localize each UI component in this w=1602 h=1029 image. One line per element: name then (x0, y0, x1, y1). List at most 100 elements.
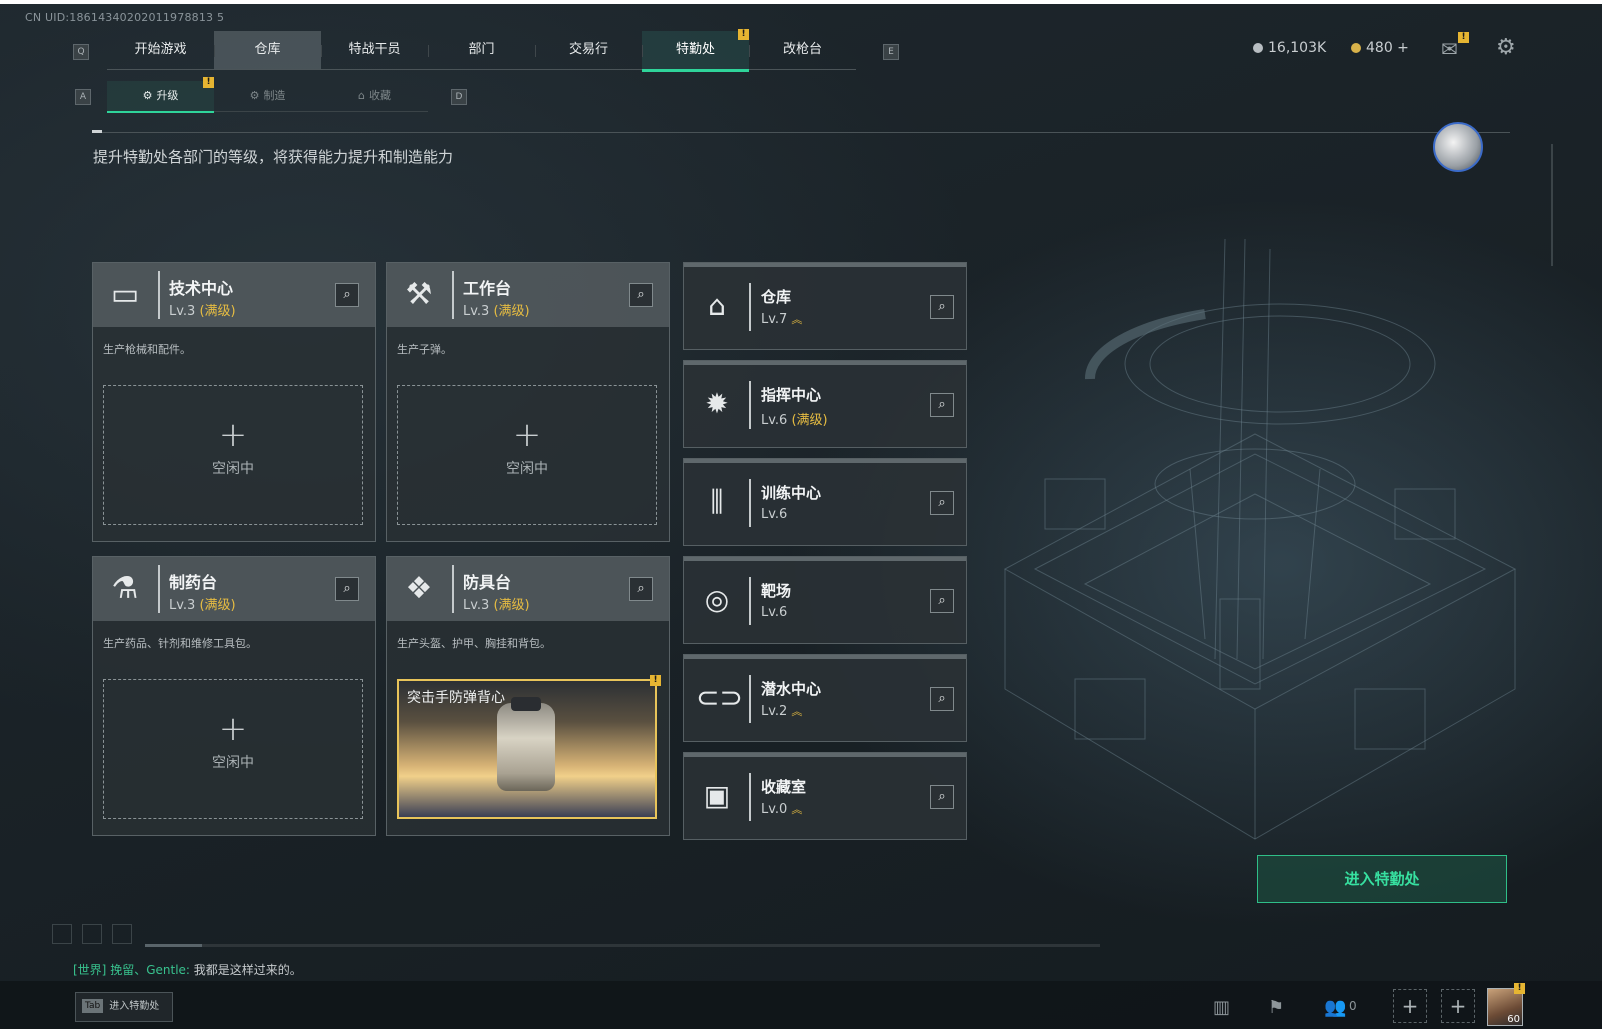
tab-key: Tab (82, 999, 104, 1013)
subtab-craft[interactable]: ⚙ 制造 (214, 81, 321, 111)
search-icon[interactable]: ⌕ (930, 491, 954, 515)
mail-icon[interactable]: ✉ (1441, 37, 1458, 61)
friends-icon[interactable]: 👥 (1324, 997, 1346, 1018)
dept-divider (749, 577, 751, 625)
dept-level-value: Lv.7 (761, 312, 788, 327)
base-wireframe-illustration (1003, 239, 1517, 840)
search-icon[interactable]: ⌕ (629, 577, 653, 601)
plus-icon: + (512, 415, 542, 455)
search-icon[interactable]: ⌕ (930, 589, 954, 613)
deco-square (82, 924, 102, 944)
deco-square (52, 924, 72, 944)
plus-icon: + (218, 415, 248, 455)
tab-warehouse[interactable]: 仓库 (214, 31, 321, 69)
card-tech-center[interactable]: ▭ 技术中心 Lv.3 (满级) ⌕ 生产枪械和配件。 + 空闲中 (92, 262, 376, 542)
card-level-max: (满级) (199, 598, 236, 613)
production-slot[interactable]: + 空闲中 (397, 385, 657, 525)
dept-level: Lv.2 ︽ (761, 703, 802, 719)
chat-user: 挽留、Gentle: (110, 963, 190, 977)
dept-divider (749, 675, 751, 723)
card-level-value: Lv.3 (169, 304, 196, 319)
plus-icon: + (218, 709, 248, 749)
main-nav: 开始游戏 仓库 特战干员 部门 交易行 特勤处! 改枪台 (107, 29, 856, 72)
card-level-max: (满级) (493, 304, 530, 319)
subtab-upgrade[interactable]: ⚙ 升级! (107, 77, 214, 113)
search-icon[interactable]: ⌕ (335, 283, 359, 307)
coin-silver-icon (1253, 43, 1263, 53)
slot-status: 空闲中 (212, 461, 254, 477)
tab-department[interactable]: 部门 (428, 31, 535, 69)
dept-command-center[interactable]: ✹ 指挥中心 Lv.6 (满级) ⌕ (683, 360, 967, 448)
search-icon[interactable]: ⌕ (930, 785, 954, 809)
card-title: 制药台 (169, 573, 218, 592)
card-level: Lv.3 (满级) (463, 300, 530, 319)
card-level-value: Lv.3 (463, 304, 490, 319)
tab-key-hint[interactable]: Tab 进入特勤处 (75, 992, 173, 1022)
card-title: 工作台 (463, 279, 512, 298)
card-level-value: Lv.3 (463, 598, 490, 613)
dept-warehouse[interactable]: ⌂ 仓库 Lv.7 ︽ ⌕ (683, 262, 967, 350)
slot-status: 空闲中 (506, 461, 548, 477)
key-hint-d: D (451, 89, 467, 105)
search-icon[interactable]: ⌕ (930, 393, 954, 417)
deco-square (112, 924, 132, 944)
slot-status: 空闲中 (212, 755, 254, 771)
add-teammate-slot-1[interactable]: + (1393, 989, 1427, 1023)
enter-special-ops-button[interactable]: 进入特勤处 (1257, 855, 1507, 903)
card-pharmacy[interactable]: ⚗ 制药台 Lv.3 (满级) ⌕ 生产药品、针剂和维修工具包。 + 空闲中 (92, 556, 376, 836)
coin-gold-icon (1351, 43, 1361, 53)
warehouse-icon: ⌂ (708, 289, 726, 322)
search-icon[interactable]: ⌕ (629, 283, 653, 307)
tab-trading[interactable]: 交易行 (535, 31, 642, 69)
card-title: 防具台 (463, 573, 512, 592)
tab-operators[interactable]: 特战干员 (321, 31, 428, 69)
item-alert-badge: ! (650, 675, 661, 686)
currency-b[interactable]: 480 + (1351, 40, 1409, 56)
vault-icon: ▣ (703, 779, 731, 812)
card-workbench[interactable]: ⚒ 工作台 Lv.3 (满级) ⌕ 生产子弹。 + 空闲中 (386, 262, 670, 542)
subtab-upgrade-label: 升级 (156, 89, 179, 102)
dept-level-value: Lv.6 (761, 413, 788, 428)
production-slot[interactable]: + 空闲中 (103, 679, 363, 819)
dept-level: Lv.0 ︽ (761, 801, 802, 817)
tab-gunsmith[interactable]: 改枪台 (749, 31, 856, 69)
dept-divider (749, 283, 751, 331)
card-armor-bench[interactable]: ❖ 防具台 Lv.3 (满级) ⌕ 生产头盔、护甲、胸挂和背包。 突击手防弹背心… (386, 556, 670, 836)
npc-avatar[interactable] (1433, 122, 1483, 172)
dept-training-center[interactable]: ⫼ 训练中心 Lv.6 ⌕ (683, 458, 967, 546)
currency-b-value: 480 + (1366, 40, 1409, 56)
settings-gear-icon[interactable]: ⚙ (1496, 35, 1516, 60)
tab-special-ops[interactable]: 特勤处! (642, 29, 749, 72)
craft-icon: ⚙ (249, 89, 260, 102)
currency-a: 16,103K (1253, 40, 1326, 56)
subtab-collection[interactable]: ⌂ 收藏 (321, 81, 428, 111)
subtab-craft-label: 制造 (263, 89, 286, 102)
tab-special-ops-label: 特勤处 (675, 42, 715, 57)
dept-diving-center[interactable]: ⊂⊃ 潜水中心 Lv.2 ︽ ⌕ (683, 654, 967, 742)
search-icon[interactable]: ⌕ (930, 687, 954, 711)
card-level-value: Lv.3 (169, 598, 196, 613)
key-hint-a: A (75, 89, 91, 105)
add-teammate-slot-2[interactable]: + (1441, 989, 1475, 1023)
subtab-collection-label: 收藏 (368, 89, 391, 102)
search-icon[interactable]: ⌕ (335, 577, 359, 601)
tab-start-game[interactable]: 开始游戏 (107, 31, 214, 69)
production-slot[interactable]: + 空闲中 (103, 385, 363, 525)
mail-alert-badge: ! (1458, 32, 1469, 43)
search-icon[interactable]: ⌕ (930, 295, 954, 319)
card-description: 生产药品、针剂和维修工具包。 (103, 637, 257, 650)
monitor-icon: ▭ (110, 277, 140, 312)
dept-collection-room[interactable]: ▣ 收藏室 Lv.0 ︽ ⌕ (683, 752, 967, 840)
dumbbell-icon: ⫼ (710, 485, 724, 518)
flag-icon[interactable]: ⚑ (1268, 997, 1284, 1018)
world-chat-line[interactable]: [世界] 挽留、Gentle: 我都是这样过来的。 (73, 961, 302, 978)
dept-shooting-range[interactable]: ◎ 靶场 Lv.6 ⌕ (683, 556, 967, 644)
dept-title: 潜水中心 (761, 680, 822, 698)
production-item-slot[interactable]: 突击手防弹背心 (397, 679, 657, 819)
friends-count: 0 (1349, 999, 1357, 1013)
upgrade-chevron-icon: ︽ (791, 803, 803, 816)
dept-level-value: Lv.0 (761, 802, 788, 817)
chat-message: 我都是这样过来的。 (193, 963, 302, 977)
stats-chart-icon[interactable]: ▥ (1213, 997, 1230, 1018)
ambient-progress-line (145, 944, 1100, 947)
